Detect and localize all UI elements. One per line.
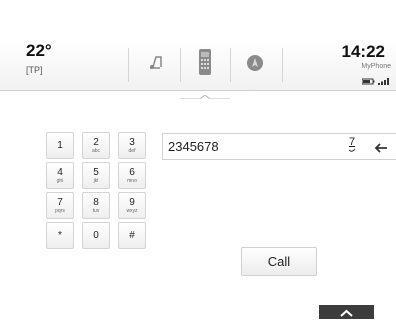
traffic-program-indicator: [TP] [26,65,43,75]
key-2[interactable]: 2 abc [82,132,110,159]
key-letters: def [128,148,136,154]
key-letters: pqrs [55,208,65,214]
key-digit: 7 [57,197,63,208]
key-digit: 1 [57,140,63,151]
key-letters: jkl [93,178,99,184]
key-star[interactable]: * [46,222,74,249]
phone-icon[interactable] [198,49,212,80]
signal-icon [378,78,389,85]
key-letters: mno [127,178,137,184]
key-7[interactable]: 7 pqrs [46,192,74,219]
key-6[interactable]: 6 mno [118,162,146,189]
key-digit: 0 [93,230,99,241]
divider [282,48,283,82]
key-digit: * [58,230,62,241]
key-9[interactable]: 9 wxyz [118,192,146,219]
key-digit: 8 [93,197,99,208]
swirl-icon [348,148,356,152]
key-digit: 6 [129,167,135,178]
key-0[interactable]: 0 [82,222,110,249]
chevron-up-icon [340,309,353,317]
key-letters: abc [91,148,101,154]
music-note-icon[interactable] [147,53,165,76]
key-hash[interactable]: # [118,222,146,249]
divider [128,48,129,82]
key-3[interactable]: 3 def [118,132,146,159]
key-letters: ghi [56,178,64,184]
carrier-name: MyPhone [361,63,391,70]
key-digit: 9 [129,197,135,208]
active-tab-indicator [180,86,230,100]
temperature: 22° [26,41,52,60]
key-1[interactable]: 1 [46,132,74,159]
key-letters: tuv [92,208,100,214]
key-5[interactable]: 5 jkl [82,162,110,189]
status-icons [361,72,390,90]
top-bar: 22° [TP] 14:22 MyPhone [0,40,396,100]
key-letters: wxyz [126,208,138,214]
suggestion-key[interactable]: 7 [348,136,356,152]
key-digit: # [129,230,135,241]
dial-number-field[interactable]: 2345678 7 [162,133,396,160]
key-digit: 5 [93,167,99,178]
dialed-number: 2345678 [168,139,219,154]
divider [230,48,231,82]
phone-screen: 22° [TP] 14:22 MyPhone 1 2 abc 3 def 4 g… [0,40,396,319]
expand-button[interactable] [319,305,374,319]
navigation-icon[interactable] [246,54,264,77]
battery-icon [361,78,375,85]
call-button[interactable]: Call [241,247,317,276]
key-digit: 2 [93,137,99,148]
key-8[interactable]: 8 tuv [82,192,110,219]
key-digit: 3 [129,137,135,148]
backspace-icon[interactable] [374,140,388,158]
key-digit: 4 [57,167,63,178]
key-4[interactable]: 4 ghi [46,162,74,189]
divider [180,48,181,82]
clock: 14:22 [341,42,385,61]
